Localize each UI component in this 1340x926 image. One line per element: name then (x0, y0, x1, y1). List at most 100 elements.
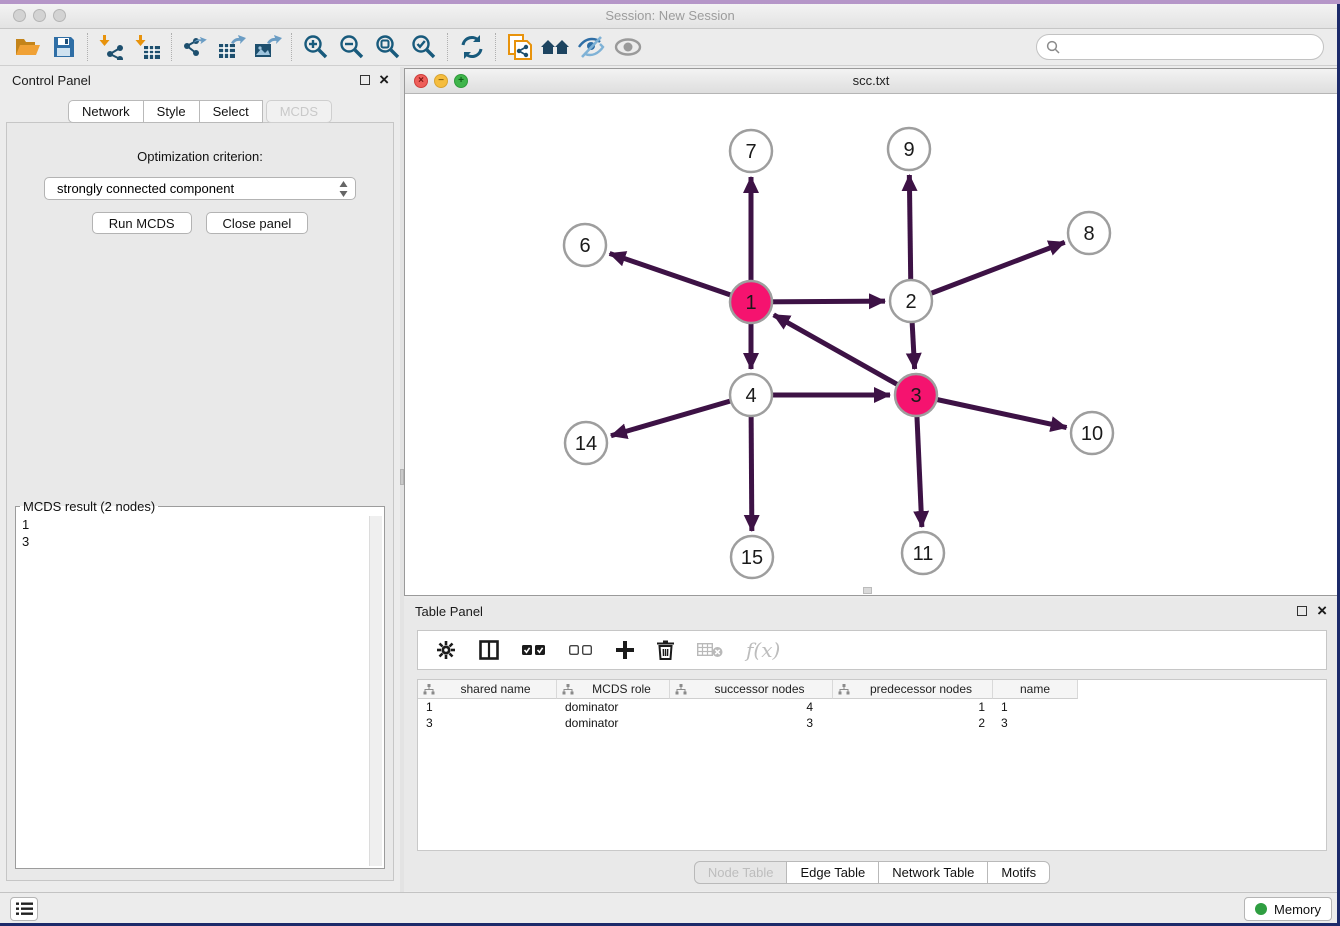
table-row[interactable]: 1dominator411 (418, 699, 1326, 715)
show-all-icon[interactable] (610, 32, 646, 62)
graph-node-label-15: 15 (741, 547, 763, 569)
graph-node-label-9: 9 (903, 139, 914, 161)
graph-node-label-4: 4 (745, 385, 756, 407)
graph-edge-3-1[interactable] (774, 315, 916, 395)
table-cell[interactable]: dominator (557, 716, 670, 730)
canvas-scroll-thumb[interactable] (863, 587, 872, 594)
table-tab-edge-table[interactable]: Edge Table (786, 861, 879, 884)
column-type-icon (562, 684, 574, 695)
control-panel-title: Control Panel (12, 73, 91, 88)
network-frame-title: scc.txt (405, 73, 1337, 88)
table-cell[interactable]: dominator (557, 700, 670, 714)
deselect-all-columns-icon[interactable] (569, 645, 593, 656)
table-tab-network-table[interactable]: Network Table (878, 861, 988, 884)
table-cell[interactable]: 3 (993, 716, 1078, 730)
control-tab-style[interactable]: Style (143, 100, 200, 123)
select-all-columns-icon[interactable] (522, 645, 546, 656)
open-session-icon[interactable] (10, 32, 46, 62)
export-image-icon[interactable] (250, 32, 286, 62)
table-cell[interactable]: 1 (833, 700, 993, 714)
search-icon (1046, 40, 1060, 54)
control-panel-float-icon[interactable] (360, 75, 370, 85)
column-header-shared-name[interactable]: shared name (418, 680, 557, 699)
hide-selected-icon[interactable] (574, 32, 610, 62)
import-table-icon[interactable] (130, 32, 166, 62)
export-table-icon[interactable] (214, 32, 250, 62)
graph-node-label-2: 2 (905, 291, 916, 313)
control-tab-select[interactable]: Select (199, 100, 263, 123)
task-history-button[interactable] (10, 897, 38, 921)
column-type-icon (838, 684, 850, 695)
memory-button[interactable]: Memory (1244, 897, 1332, 921)
table-tab-motifs[interactable]: Motifs (987, 861, 1050, 884)
table-cell[interactable]: 1 (993, 700, 1078, 714)
zoom-fit-icon[interactable] (370, 32, 406, 62)
control-tab-network[interactable]: Network (68, 100, 144, 123)
delete-columns-icon[interactable] (657, 640, 674, 660)
toolbar-separator (291, 33, 293, 61)
network-graph[interactable]: 7968124314101511 (406, 94, 1338, 595)
table-cell[interactable]: 3 (418, 716, 557, 730)
clone-network-icon[interactable] (502, 32, 538, 62)
main-toolbar (0, 29, 1340, 66)
table-cell[interactable]: 2 (833, 716, 993, 730)
mcds-result-box: MCDS result (2 nodes) 13 (15, 499, 385, 869)
table-panel-tabs: Node TableEdge TableNetwork TableMotifs (404, 861, 1340, 884)
mcds-result-list: 13 (22, 516, 368, 866)
column-type-icon (423, 684, 435, 695)
import-network-icon[interactable] (94, 32, 130, 62)
zoom-out-icon[interactable] (334, 32, 370, 62)
graph-node-label-3: 3 (910, 385, 921, 407)
column-header-successor-nodes[interactable]: successor nodes (670, 680, 833, 699)
search-field[interactable] (1036, 34, 1324, 60)
apply-layout-icon[interactable] (454, 32, 490, 62)
delete-table-icon[interactable] (697, 642, 723, 658)
result-scrollbar[interactable] (369, 516, 382, 866)
zoom-in-icon[interactable] (298, 32, 334, 62)
save-session-icon[interactable] (46, 32, 82, 62)
add-column-icon[interactable] (616, 641, 634, 659)
control-tab-mcds[interactable]: MCDS (266, 100, 332, 123)
optimization-criterion-label: Optimization criterion: (7, 149, 393, 164)
main-area: Control Panel × NetworkStyleSelectMCDS O… (0, 67, 1340, 893)
graph-node-label-8: 8 (1083, 223, 1094, 245)
control-panel: Control Panel × NetworkStyleSelectMCDS O… (0, 67, 400, 893)
search-input[interactable] (1060, 39, 1323, 56)
column-header-name[interactable]: name (993, 680, 1078, 699)
node-table-body: 1dominator4113dominator323 (418, 699, 1326, 731)
first-neighbors-icon[interactable] (538, 32, 574, 62)
graph-edge-1-6[interactable] (610, 253, 751, 302)
application-window: Session: New Session (0, 0, 1340, 926)
table-panel-close-icon[interactable]: × (1317, 599, 1327, 623)
graph-edge-3-10[interactable] (916, 395, 1067, 428)
column-header-MCDS-role[interactable]: MCDS role (557, 680, 670, 699)
result-line: 1 (22, 516, 368, 533)
table-cell[interactable]: 1 (418, 700, 557, 714)
graph-edge-2-8[interactable] (911, 242, 1065, 301)
graph-node-label-11: 11 (913, 543, 934, 565)
function-builder-icon[interactable]: f(x) (746, 638, 780, 662)
graph-node-label-6: 6 (579, 235, 590, 257)
close-panel-button[interactable]: Close panel (206, 212, 309, 234)
table-panel-float-icon[interactable] (1297, 606, 1307, 616)
column-header-predecessor-nodes[interactable]: predecessor nodes (833, 680, 993, 699)
select-chevrons-icon (339, 181, 348, 200)
control-panel-tabs: NetworkStyleSelectMCDS (0, 100, 400, 123)
table-cell[interactable]: 3 (670, 716, 833, 730)
network-canvas[interactable]: 7968124314101511 (406, 94, 1336, 594)
node-table: shared nameMCDS rolesuccessor nodesprede… (417, 679, 1327, 851)
column-type-icon (675, 684, 687, 695)
mcds-panel: Optimization criterion: strongly connect… (6, 122, 394, 881)
status-bar: Memory (0, 892, 1340, 926)
zoom-selected-icon[interactable] (406, 32, 442, 62)
toolbar-separator (87, 33, 89, 61)
table-tab-node-table[interactable]: Node Table (694, 861, 788, 884)
control-panel-close-icon[interactable]: × (379, 68, 389, 92)
optimization-criterion-select[interactable]: strongly connected component (44, 177, 356, 200)
export-network-icon[interactable] (178, 32, 214, 62)
run-mcds-button[interactable]: Run MCDS (92, 212, 192, 234)
table-settings-icon[interactable] (436, 640, 456, 660)
split-panel-icon[interactable] (479, 640, 499, 660)
table-cell[interactable]: 4 (670, 700, 833, 714)
table-row[interactable]: 3dominator323 (418, 715, 1326, 731)
